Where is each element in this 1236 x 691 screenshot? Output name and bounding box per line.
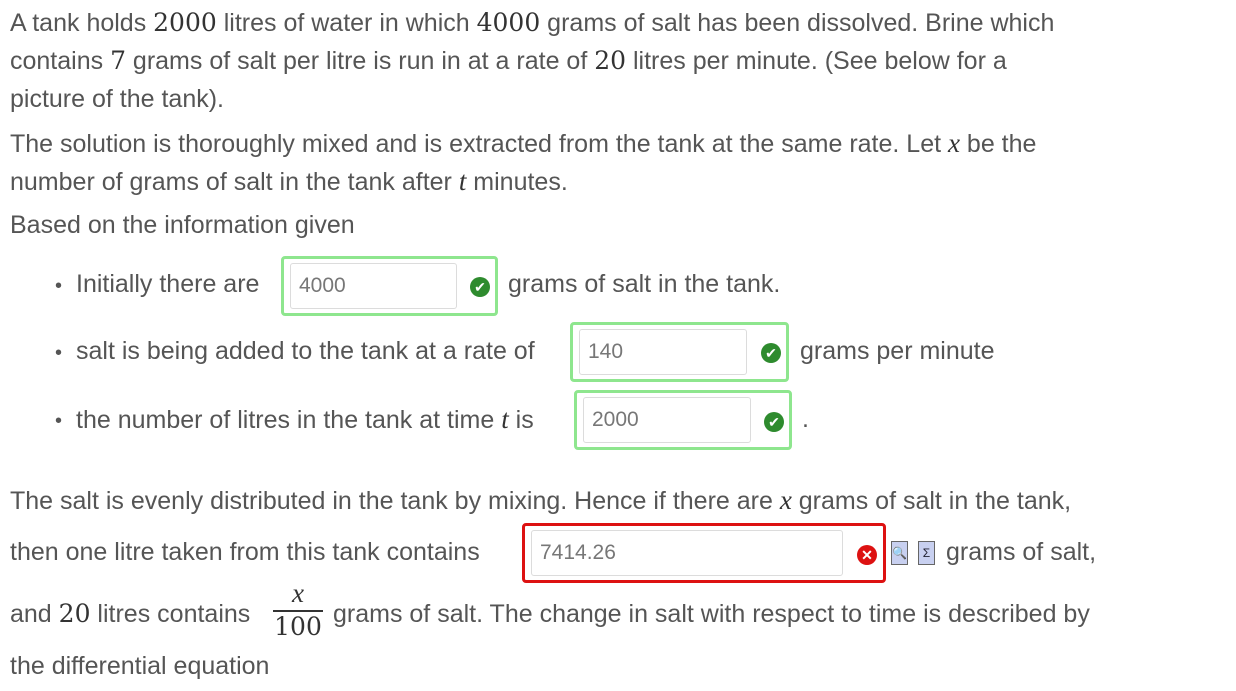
bullet-3-after: . [802,405,809,433]
sigma-icon[interactable]: Σ [918,541,935,565]
mixing-line-2-after: grams of salt, [946,538,1097,566]
mixing-line-3-end: grams of salt. The change in salt with r… [333,600,1090,628]
fraction-x-over-100: x 100 [273,580,323,640]
mixing-line-4: the differential equation [10,652,270,680]
bullet-1-before: Initially there are [76,270,260,298]
mixing-line-3-start: and 20 litres contains [10,599,251,628]
problem-line-3: picture of the tank). [10,85,225,113]
problem-line-4: The solution is thoroughly mixed and is … [10,128,1037,158]
problem-line-1: A tank holds 2000 litres of water in whi… [10,8,1055,37]
bullet-1-after: grams of salt in the tank. [508,270,781,298]
salt-rate-input[interactable] [579,329,747,375]
x-circle-icon: ✕ [857,545,877,565]
bullet-3-before: the number of litres in the tank at time… [76,404,534,434]
problem-line-5: number of grams of salt in the tank afte… [10,166,568,196]
bullet-dot: • [55,342,63,364]
bullet-2-after: grams per minute [800,337,995,365]
answer-box-3: ✔ [574,390,792,450]
fraction-denominator: 100 [274,612,322,641]
answer-box-1: ✔ [281,256,498,316]
answer-box-4: ✕ [522,523,886,583]
check-circle-icon: ✔ [761,343,781,363]
check-circle-icon: ✔ [470,277,490,297]
preview-icon[interactable]: 🔍 [891,541,908,565]
initial-salt-input[interactable] [290,263,457,309]
based-on-text: Based on the information given [10,211,355,239]
problem-line-2: contains 7 grams of salt per litre is ru… [10,46,1007,75]
litres-input[interactable] [583,397,751,443]
answer-box-2: ✔ [570,322,789,382]
bullet-dot: • [55,275,63,297]
salt-per-litre-input[interactable] [531,530,843,576]
mixing-line-1: The salt is evenly distributed in the ta… [10,485,1072,515]
check-circle-icon: ✔ [764,412,784,432]
bullet-dot: • [55,410,63,432]
fraction-numerator: x [292,578,304,608]
bullet-2-before: salt is being added to the tank at a rat… [76,337,535,365]
mixing-line-2-text: then one litre taken from this tank cont… [10,538,480,566]
